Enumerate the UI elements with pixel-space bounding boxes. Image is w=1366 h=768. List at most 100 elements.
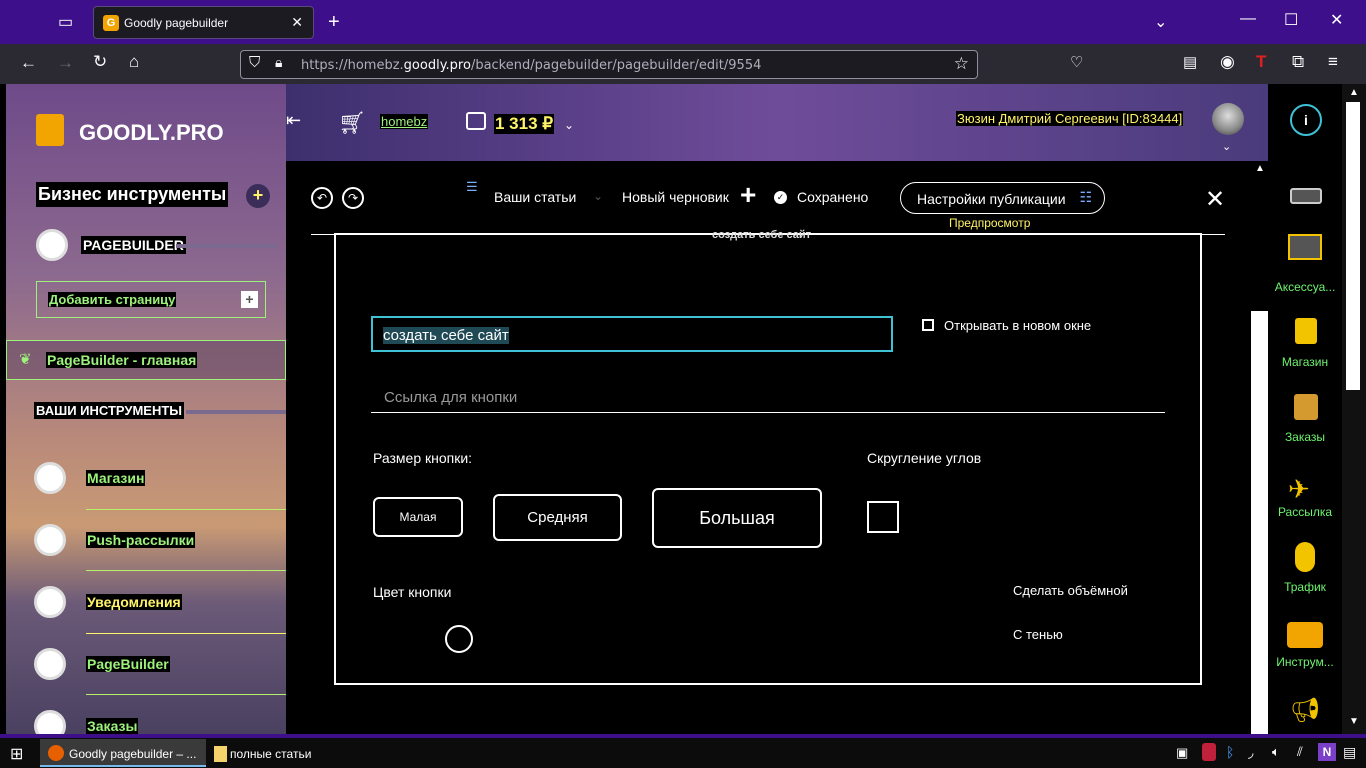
url-bar[interactable]: ⛉ 🔒︎ https://homebz.goodly.pro/backend/p…: [240, 50, 978, 79]
taskbar-app-firefox[interactable]: Goodly pagebuilder – ...: [40, 739, 206, 767]
new-tab-icon[interactable]: +: [328, 11, 340, 34]
rightbar-shop[interactable]: Магазин: [1268, 355, 1342, 369]
add-tool-button[interactable]: +: [246, 184, 270, 208]
windows-start-icon[interactable]: ⊞: [10, 744, 23, 764]
publish-settings-button[interactable]: Настройки публикации ☷: [900, 182, 1105, 214]
cart-icon[interactable]: 🛒︎: [338, 110, 366, 136]
page-scroll-up-icon[interactable]: ▲: [1349, 87, 1359, 98]
megaphone-icon[interactable]: 📢︎: [1290, 696, 1320, 725]
rightbar-tools[interactable]: Инструм...: [1268, 655, 1342, 669]
site-link[interactable]: homebz: [380, 114, 429, 129]
accessories-icon[interactable]: [1288, 234, 1322, 260]
publish-settings-label: Настройки публикации: [917, 191, 1066, 207]
add-page-button[interactable]: Добавить страницу +: [36, 281, 266, 318]
user-name[interactable]: Зюзин Дмитрий Сергеевич [ID:83444]: [956, 111, 1184, 126]
list-tabs-icon[interactable]: ⌄: [1154, 12, 1167, 32]
rightbar-mailing[interactable]: Рассылка: [1268, 505, 1342, 519]
orders-boxes-icon[interactable]: [1294, 394, 1318, 420]
info-icon[interactable]: i: [1290, 104, 1322, 136]
window-close-icon[interactable]: ✕: [1330, 10, 1343, 30]
button-text-input[interactable]: создать себе сайт: [371, 316, 893, 352]
pocket-icon[interactable]: ♡: [1070, 53, 1083, 71]
tray-icon-2[interactable]: [1202, 743, 1216, 761]
tab-list-icon[interactable]: ▭: [58, 12, 73, 32]
sidebar-item-notifications[interactable]: Уведомления: [86, 594, 182, 610]
page-scroll-down-icon[interactable]: ▼: [1349, 716, 1359, 727]
wallet-icon[interactable]: [466, 112, 486, 130]
rightbar-traffic[interactable]: Трафик: [1268, 580, 1342, 594]
extensions-icon[interactable]: ⧉: [1292, 52, 1304, 72]
shield-icon[interactable]: ⛉: [249, 54, 260, 71]
articles-chevron-icon[interactable]: ⌄: [593, 189, 603, 203]
taskbar-app-folder[interactable]: полные статьи: [206, 739, 372, 767]
new-draft-button[interactable]: Новый черновик: [622, 189, 729, 205]
volume-icon[interactable]: 🔈︎: [1272, 744, 1280, 760]
back-icon[interactable]: ←: [20, 53, 37, 73]
balance[interactable]: 1 313 ₽: [494, 114, 555, 134]
sidebar-item-pagebuilder-main[interactable]: ❦ PageBuilder - главная: [6, 340, 286, 380]
avatar[interactable]: [1212, 103, 1244, 135]
forward-icon[interactable]: →: [57, 53, 74, 73]
mouse-icon[interactable]: [1295, 542, 1315, 572]
check-icon: ✓: [774, 191, 787, 204]
extension-t-icon[interactable]: T: [1256, 52, 1266, 72]
sliders-icon: ☷: [1079, 189, 1092, 205]
shop-icon: [34, 462, 66, 494]
wifi-icon[interactable]: ◞: [1248, 744, 1253, 761]
notifications-tray-icon[interactable]: ▤: [1343, 744, 1356, 761]
pagebuilder-bag-icon: [36, 229, 68, 261]
editor-scrollbar[interactable]: ▲: [1251, 161, 1268, 734]
lock-icon[interactable]: 🔒︎: [275, 54, 282, 71]
scroll-up-icon[interactable]: ▲: [1255, 163, 1265, 174]
account-icon[interactable]: ◉: [1220, 52, 1235, 72]
your-tools-title: ВАШИ ИНСТРУМЕНТЫ: [34, 402, 185, 419]
page-scrollbar[interactable]: ▲ ▼: [1342, 84, 1366, 734]
tray-icon-n[interactable]: N: [1318, 743, 1336, 761]
preview-link[interactable]: Предпросмотр: [949, 216, 1030, 230]
color-picker[interactable]: [445, 625, 473, 653]
reload-icon[interactable]: ↻: [93, 52, 107, 72]
shadow-label[interactable]: С тенью: [1013, 627, 1063, 642]
your-articles-dropdown[interactable]: Ваши статьи: [494, 189, 576, 205]
size-large-button[interactable]: Большая: [652, 488, 822, 548]
size-medium-button[interactable]: Средняя: [493, 494, 622, 541]
bookmark-star-icon[interactable]: ☆: [954, 54, 969, 74]
size-small-button[interactable]: Малая: [373, 497, 463, 537]
rounding-preview[interactable]: [867, 501, 899, 533]
undo-icon[interactable]: ↶: [311, 187, 333, 209]
sidebar-item-shop[interactable]: Магазин: [86, 470, 146, 486]
collapse-sidebar-icon[interactable]: ⇤: [286, 110, 301, 131]
shop-bag-icon[interactable]: [1295, 318, 1317, 344]
sidebar-item-orders[interactable]: Заказы: [86, 718, 139, 734]
rightbar-accessories[interactable]: Аксессуа...: [1268, 280, 1342, 294]
page-scroll-thumb[interactable]: [1346, 102, 1360, 390]
close-editor-icon[interactable]: ✕: [1205, 185, 1225, 214]
telegram-icon: [34, 524, 66, 556]
toolbox-icon[interactable]: [1287, 622, 1323, 648]
tray-icon-1[interactable]: ▣: [1176, 745, 1188, 761]
scroll-thumb[interactable]: [1251, 311, 1268, 734]
tray-icon-3[interactable]: ⫽: [1297, 744, 1303, 760]
balance-chevron-icon[interactable]: ⌄: [564, 118, 574, 132]
browser-tab[interactable]: G Goodly pagebuilder ✕: [93, 6, 314, 39]
minimize-icon[interactable]: —: [1240, 10, 1256, 28]
make-3d-label[interactable]: Сделать объёмной: [1013, 583, 1128, 598]
home-icon[interactable]: ⌂: [129, 52, 139, 72]
paper-plane-icon[interactable]: ✈: [1288, 474, 1310, 505]
bluetooth-icon[interactable]: ᛒ: [1226, 744, 1234, 760]
tab-close-icon[interactable]: ✕: [291, 14, 303, 31]
right-toolbar: i Аксессуа... Магазин Заказы ✈ Рассылка …: [1268, 84, 1342, 734]
open-new-window-checkbox[interactable]: [922, 319, 934, 331]
menu-icon[interactable]: ≡: [1328, 52, 1338, 72]
plus-icon[interactable]: +: [740, 181, 756, 209]
user-chevron-icon[interactable]: ⌄: [1222, 140, 1231, 153]
rightbar-orders[interactable]: Заказы: [1268, 430, 1342, 444]
redo-icon[interactable]: ↷: [342, 187, 364, 209]
maximize-icon[interactable]: ☐: [1284, 10, 1298, 30]
link-input[interactable]: Ссылка для кнопки: [371, 380, 1165, 413]
size-label: Размер кнопки:: [373, 450, 473, 466]
sidebar-item-push[interactable]: Push-рассылки: [86, 532, 196, 548]
toggle-icon[interactable]: [1290, 188, 1322, 204]
sidebar-item-pagebuilder[interactable]: PageBuilder: [86, 656, 170, 672]
reader-view-icon[interactable]: ▤: [1183, 53, 1197, 71]
